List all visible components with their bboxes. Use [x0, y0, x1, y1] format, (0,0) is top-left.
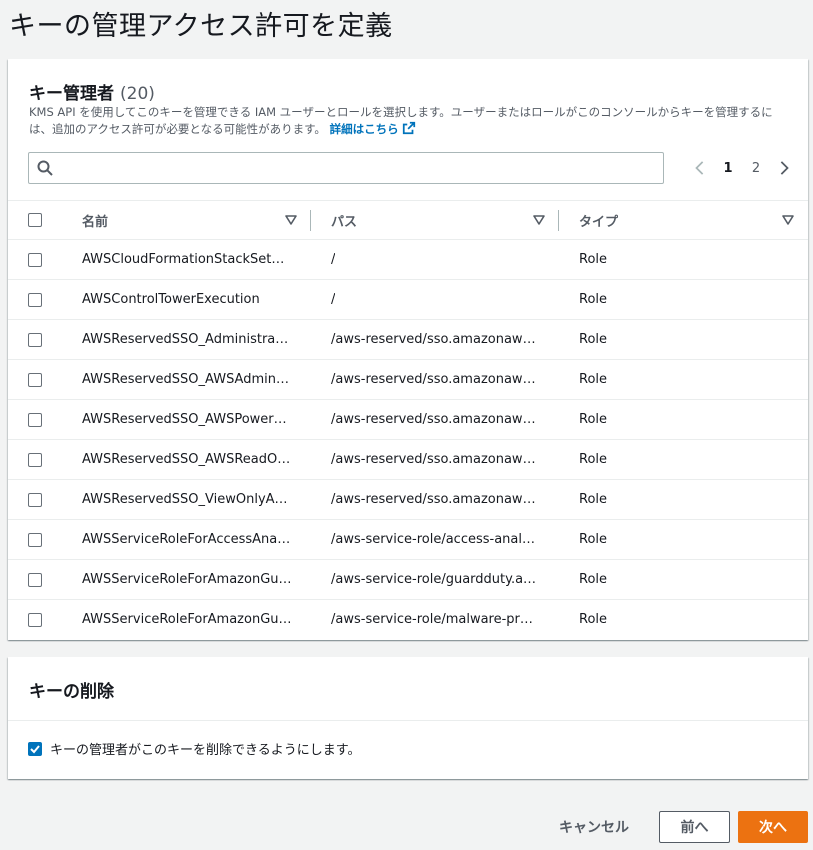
learn-more-text: 詳細はこちら [329, 122, 399, 136]
search-icon [37, 160, 53, 176]
previous-button[interactable]: 前へ [659, 811, 730, 843]
table-row[interactable]: AWSReservedSSO_AWSPower… /aws-reserved/ss… [8, 399, 808, 440]
row-path: /aws-service-role/guardduty.a… [331, 572, 537, 587]
row-name: AWSReservedSSO_AWSAdmin… [82, 372, 289, 387]
pagination: 1 2 [686, 155, 798, 181]
table-row[interactable]: AWSServiceRoleForAccessAnal… /aws-service… [8, 519, 808, 560]
row-path: /aws-reserved/sso.amazonaws… [331, 412, 541, 427]
table-row[interactable]: AWSReservedSSO_AWSAdmin… /aws-reserved/ss… [8, 359, 808, 400]
row-checkbox[interactable] [28, 332, 42, 347]
select-all-checkbox[interactable] [28, 213, 42, 227]
search-input[interactable] [61, 157, 651, 179]
row-type: Role [579, 372, 608, 387]
panel-title: キー管理者 (20) [29, 79, 155, 104]
row-path: /aws-service-role/malware-pr… [331, 612, 533, 628]
table-header-row: 名前 パス タイプ [8, 200, 808, 240]
row-checkbox[interactable] [28, 572, 42, 587]
row-path: /aws-reserved/sso.amazonaws… [331, 332, 541, 347]
row-checkbox[interactable] [28, 612, 42, 627]
row-type: Role [579, 412, 608, 427]
row-type: Role [579, 332, 608, 347]
allow-deletion-label: キーの管理者がこのキーを削除できるようにします。 [50, 743, 361, 758]
row-name: AWSReservedSSO_AWSReadO… [82, 452, 291, 467]
row-name: AWSServiceRoleForAmazonGu… [82, 572, 292, 587]
chevron-left-icon [695, 161, 704, 175]
row-checkbox[interactable] [28, 252, 42, 267]
row-checkbox[interactable] [28, 412, 42, 427]
deletion-title: キーの削除 [29, 682, 114, 702]
row-name: AWSControlTowerExecution [82, 292, 260, 307]
row-type: Role [579, 452, 608, 467]
row-type: Role [579, 612, 608, 628]
column-path-label: パス [331, 214, 358, 230]
key-deletion-panel: キーの削除 キーの管理者がこのキーを削除できるようにします。 [8, 657, 808, 779]
table-row[interactable]: AWSReservedSSO_AWSReadO… /aws-reserved/ss… [8, 439, 808, 480]
row-path: /aws-reserved/sso.amazonaws… [331, 372, 541, 387]
row-path: /aws-reserved/sso.amazonaws… [331, 492, 541, 507]
page-2-button[interactable]: 2 [742, 155, 770, 181]
row-checkbox[interactable] [28, 492, 42, 507]
row-name: AWSServiceRoleForAmazonGu… [82, 612, 292, 628]
administrators-table: 名前 パス タイプ AWSCloudFormationStackSet… / R… [8, 200, 808, 640]
table-row[interactable]: AWSCloudFormationStackSet… / Role [8, 239, 808, 280]
column-type-label: タイプ [579, 214, 619, 230]
row-type: Role [579, 292, 608, 307]
previous-page-button[interactable] [686, 155, 714, 181]
row-type: Role [579, 532, 608, 547]
checkmark-icon [30, 744, 40, 753]
allow-deletion-checkbox[interactable] [28, 741, 42, 756]
panel-description: KMS API を使用してこのキーを管理できる IAM ユーザーとロールを選択し… [29, 104, 789, 138]
next-button[interactable]: 次へ [738, 811, 808, 843]
item-count: (20) [120, 84, 155, 104]
table-row[interactable]: AWSReservedSSO_Administra… /aws-reserved/… [8, 319, 808, 360]
row-type: Role [579, 252, 608, 267]
row-path: /aws-service-role/access-analy… [331, 532, 541, 547]
row-checkbox[interactable] [28, 292, 42, 307]
table-row[interactable]: AWSReservedSSO_ViewOnlyA… /aws-reserved/s… [8, 479, 808, 520]
caret-down-icon [782, 215, 794, 225]
divider [8, 720, 808, 721]
table-row[interactable]: AWSServiceRoleForAmazonGu… /aws-service-r… [8, 600, 808, 640]
row-name: AWSCloudFormationStackSet… [82, 252, 285, 267]
column-header-type[interactable]: タイプ [559, 200, 808, 240]
cancel-button[interactable]: キャンセル [546, 812, 642, 842]
page: キーの管理アクセス許可を定義 キー管理者 (20) KMS API を使用してこの… [0, 0, 813, 850]
row-path: / [331, 292, 336, 307]
row-type: Role [579, 572, 608, 587]
allow-deletion-option[interactable]: キーの管理者がこのキーを削除できるようにします。 [28, 739, 360, 758]
panel-title-text: キー管理者 [29, 84, 114, 104]
column-header-name[interactable]: 名前 [62, 200, 311, 240]
caret-down-icon [533, 215, 545, 225]
column-header-path[interactable]: パス [311, 200, 559, 240]
select-all-cell [8, 200, 62, 240]
row-path: /aws-reserved/sso.amazonaws… [331, 452, 541, 467]
table-row[interactable]: AWSControlTowerExecution / Role [8, 279, 808, 320]
row-name: AWSReservedSSO_AWSPower… [82, 412, 287, 427]
row-name: AWSServiceRoleForAccessAnal… [82, 532, 292, 547]
learn-more-link[interactable]: 詳細はこちら [329, 121, 416, 136]
external-link-icon [402, 121, 415, 135]
page-1-button[interactable]: 1 [714, 155, 742, 181]
row-path: / [331, 252, 336, 267]
row-name: AWSReservedSSO_ViewOnlyA… [82, 492, 288, 507]
row-checkbox[interactable] [28, 532, 42, 547]
row-name: AWSReservedSSO_Administra… [82, 332, 289, 347]
search-field [28, 152, 664, 184]
row-type: Role [579, 492, 608, 507]
next-page-button[interactable] [770, 155, 798, 181]
chevron-right-icon [780, 161, 789, 175]
key-administrators-panel: キー管理者 (20) KMS API を使用してこのキーを管理できる IAM ユー… [8, 59, 808, 640]
row-checkbox[interactable] [28, 372, 42, 387]
table-row[interactable]: AWSServiceRoleForAmazonGu… /aws-service-r… [8, 559, 808, 600]
column-name-label: 名前 [82, 214, 109, 230]
page-title: キーの管理アクセス許可を定義 [9, 11, 393, 42]
caret-down-icon [285, 215, 297, 225]
row-checkbox[interactable] [28, 452, 42, 467]
